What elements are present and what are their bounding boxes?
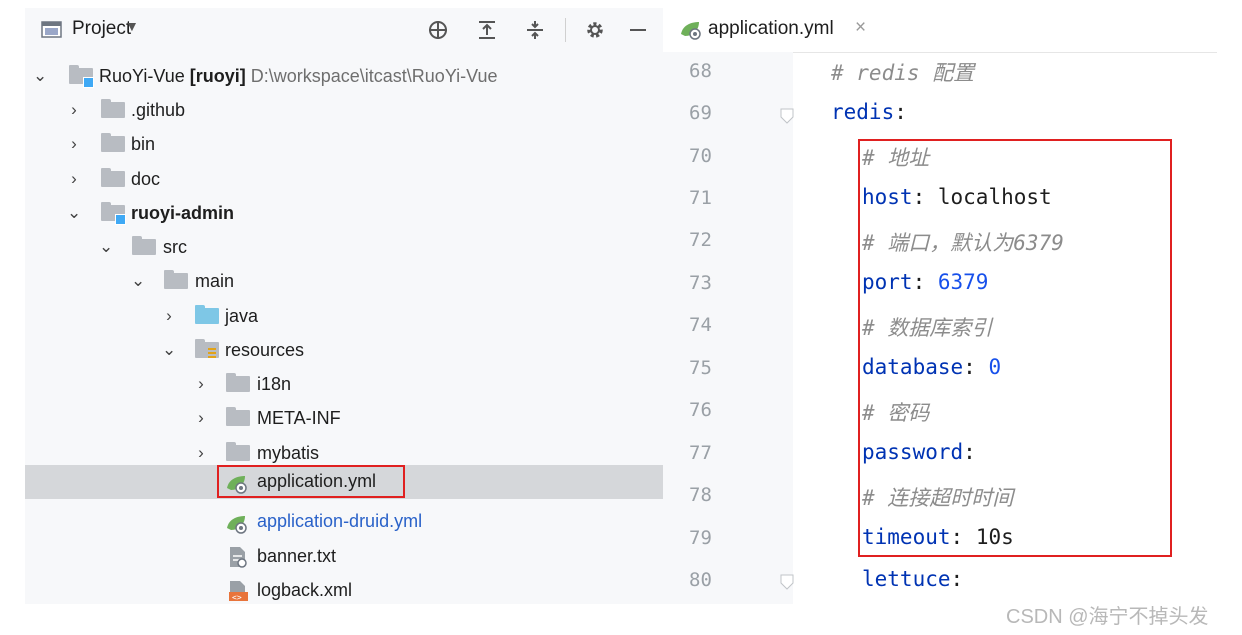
root-module-name: [ruoyi] [189,66,246,86]
line-number: 80 [689,569,712,591]
line-number: 78 [689,484,712,506]
tree-item-label: application-druid.yml [257,511,423,531]
tree-item-main[interactable]: ⌄ main [25,265,663,299]
tree-item-root[interactable]: ⌄ RuoYi-Vue [ruoyi] D:\workspace\itcast\… [25,60,663,94]
yaml-key: lettuce [862,567,951,591]
tree-item-banner-txt[interactable]: banner.txt [25,540,663,574]
line-number: 69 [689,102,712,124]
svg-text:<>: <> [232,593,242,602]
tree-item-label: banner.txt [257,546,337,566]
tab-application-yml[interactable]: application.yml × [663,8,878,52]
text-file-icon [227,546,249,573]
tree-item-label: logback.xml [257,580,353,600]
tree-item-label: i18n [257,374,292,394]
project-view-icon[interactable] [41,20,62,40]
tree-item-src[interactable]: ⌄ src [25,231,663,265]
yaml-colon: : [950,567,964,591]
code-comment: # redis 配置 [831,61,975,85]
selection-highlight-outline [217,465,405,498]
chevron-right-icon[interactable]: › [67,169,81,189]
fold-marker-icon[interactable] [780,108,794,124]
chevron-right-icon[interactable]: › [194,374,208,394]
project-view-title[interactable]: Project [72,18,131,40]
tree-item-label: mybatis [257,443,320,463]
chevron-right-icon[interactable]: › [194,408,208,428]
code-highlight-outline [858,139,1172,557]
tree-item-doc[interactable]: › doc [25,163,663,197]
chevron-down-icon[interactable]: ⌄ [162,340,176,360]
line-number: 71 [689,187,712,209]
tree-item-meta-inf[interactable]: › META-INF [25,402,663,436]
close-icon[interactable]: × [855,17,866,39]
tree-item-label: .github [131,100,186,120]
watermark: CSDN @海宁不掉头发 [1006,606,1209,628]
collapse-all-icon[interactable] [525,20,545,40]
chevron-down-icon[interactable]: ⌄ [67,203,81,223]
line-number: 77 [689,442,712,464]
tree-item-ruoyi-admin[interactable]: ⌄ ruoyi-admin [25,197,663,231]
line-number: 79 [689,527,712,549]
tree-item-i18n[interactable]: › i18n [25,368,663,402]
tree-item-logback-xml[interactable]: <> logback.xml [25,574,663,608]
root-project-name: RuoYi-Vue [99,66,185,86]
toolbar-divider [565,18,566,42]
chevron-down-icon[interactable]: ⌄ [99,237,113,257]
line-number: 72 [689,229,712,251]
tree-item-label: src [163,237,187,257]
tree-item-label: ruoyi-admin [131,203,235,223]
xml-file-icon: <> [227,580,249,607]
gear-icon[interactable] [585,20,605,40]
tree-item-application-druid-yml[interactable]: application-druid.yml [25,505,663,539]
chevron-right-icon[interactable]: › [67,134,81,154]
line-number: 75 [689,357,712,379]
chevron-right-icon[interactable]: › [67,100,81,120]
chevron-down-icon[interactable]: ▼ [125,18,139,34]
yaml-key: redis [831,100,895,124]
tree-item-label: resources [225,340,305,360]
root-project-path: D:\workspace\itcast\RuoYi-Vue [250,66,498,86]
tree-item-label: main [195,271,235,291]
line-number: 76 [689,399,712,421]
spring-yaml-icon [225,514,249,539]
yaml-colon: : [894,100,907,124]
tree-item-label: META-INF [257,408,341,428]
code-line: redis: [831,100,907,124]
tab-label: application.yml [708,18,834,39]
line-number: 68 [689,60,712,82]
chevron-right-icon[interactable]: › [162,306,176,326]
project-panel: Project ▼ ⌄ RuoYi-Vue [ruoyi] D:\workspa… [25,8,663,604]
tree-item-label: java [225,306,259,326]
project-header: Project ▼ [25,8,663,52]
line-number: 70 [689,145,712,167]
line-number: 74 [689,314,712,336]
spring-yaml-icon [679,20,703,45]
tree-item-github[interactable]: › .github [25,94,663,128]
line-number: 73 [689,272,712,294]
crosshair-icon[interactable] [428,20,448,40]
code-line: lettuce: [862,567,963,591]
tree-item-label: RuoYi-Vue [ruoyi] D:\workspace\itcast\Ru… [99,66,498,87]
tree-item-label: bin [131,134,156,154]
fold-marker-icon[interactable] [780,574,794,590]
expand-all-icon[interactable] [477,20,497,40]
tree-item-bin[interactable]: › bin [25,128,663,162]
chevron-down-icon[interactable]: ⌄ [131,271,145,291]
tree-item-label: doc [131,169,161,189]
chevron-down-icon[interactable]: ⌄ [33,66,47,86]
tree-item-java[interactable]: › java [25,300,663,334]
chevron-right-icon[interactable]: › [194,443,208,463]
minimize-icon[interactable] [628,20,648,40]
tree-item-resources[interactable]: ⌄ resources [25,334,663,368]
editor-tab-bar: application.yml × [663,8,1217,53]
